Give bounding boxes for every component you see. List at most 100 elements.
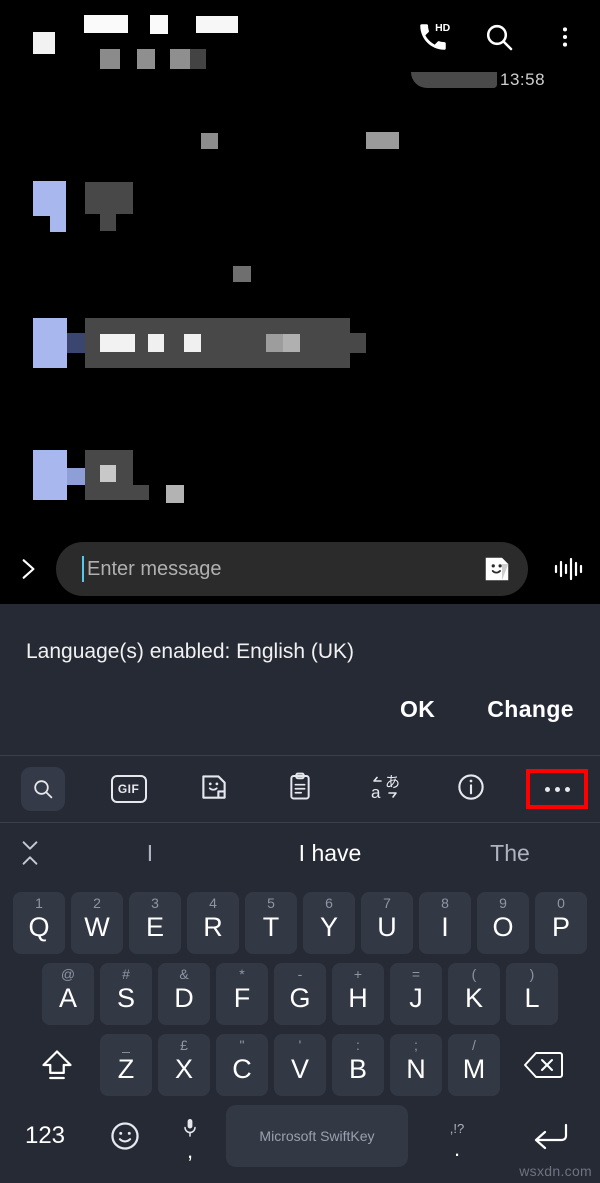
toolbar-more-button[interactable] bbox=[514, 756, 600, 823]
key-sub-label: ; bbox=[414, 1036, 418, 1053]
translate-icon[interactable]: a あ bbox=[369, 771, 403, 808]
comma-key-label: , bbox=[186, 1137, 194, 1163]
search-icon[interactable] bbox=[20, 767, 65, 811]
hd-call-icon[interactable]: HD bbox=[412, 16, 454, 58]
message-bubble[interactable] bbox=[350, 333, 366, 353]
key-q[interactable]: 1Q bbox=[13, 891, 65, 954]
key-x[interactable]: £ X bbox=[158, 1033, 210, 1096]
ok-button[interactable]: OK bbox=[400, 696, 435, 723]
key-h[interactable]: + H bbox=[332, 962, 384, 1025]
key-l[interactable]: ) L bbox=[506, 962, 558, 1025]
enter-icon[interactable] bbox=[500, 1119, 600, 1153]
censored-block bbox=[150, 15, 168, 34]
key-main-label: S bbox=[116, 983, 135, 1013]
toolbar-info-button[interactable] bbox=[429, 756, 515, 823]
toolbar-sticker-button[interactable] bbox=[171, 756, 257, 823]
more-options-highlight[interactable] bbox=[526, 769, 589, 809]
key-main-label: X bbox=[174, 1054, 193, 1084]
key-g[interactable]: -G bbox=[274, 962, 326, 1025]
period-key-label: . bbox=[453, 1135, 461, 1161]
key-k[interactable]: (K bbox=[448, 962, 500, 1025]
info-icon[interactable] bbox=[456, 772, 486, 807]
key-a[interactable]: @ A bbox=[42, 962, 94, 1025]
prediction-bar: I I have The bbox=[0, 823, 600, 883]
more-options-icon[interactable] bbox=[544, 786, 570, 792]
toolbar-clipboard-button[interactable] bbox=[257, 756, 343, 823]
language-notice: Language(s) enabled: English (UK) OK Cha… bbox=[0, 604, 600, 756]
avatar bbox=[33, 318, 67, 368]
key-f[interactable]: * F bbox=[216, 962, 268, 1025]
message-bubble[interactable] bbox=[85, 182, 133, 214]
sticker-icon[interactable] bbox=[199, 772, 229, 807]
numeric-key[interactable]: 123 bbox=[0, 1122, 90, 1150]
key-row-3: _ Z £ X " C ' V :B ; N / M bbox=[0, 1029, 600, 1100]
message-bubble-partial[interactable] bbox=[411, 72, 497, 88]
key-u[interactable]: 7U bbox=[361, 891, 413, 954]
emoji-icon[interactable] bbox=[90, 1120, 160, 1152]
key-sub-label: 7 bbox=[383, 894, 391, 911]
censored-block bbox=[190, 49, 206, 69]
chevron-right-icon[interactable] bbox=[0, 534, 56, 604]
key-rows: 1Q 2W 3E 4R 5T 6Y 7U 8I 9O 0P @ A # S & D *… bbox=[0, 883, 600, 1172]
key-sub-label: # bbox=[122, 965, 130, 982]
overflow-menu-icon[interactable] bbox=[544, 16, 586, 58]
prediction-item[interactable]: I have bbox=[240, 840, 420, 867]
sticker-icon[interactable] bbox=[480, 552, 514, 586]
key-v[interactable]: ' V bbox=[274, 1033, 326, 1096]
censored-block bbox=[84, 15, 128, 33]
key-main-label: V bbox=[290, 1054, 309, 1084]
key-sub-label: 3 bbox=[151, 894, 159, 911]
key-y[interactable]: 6Y bbox=[303, 891, 355, 954]
key-j[interactable]: = J bbox=[390, 962, 442, 1025]
comma-key[interactable]: , bbox=[160, 1118, 220, 1163]
key-p[interactable]: 0P bbox=[535, 891, 587, 954]
message-bubble[interactable] bbox=[100, 214, 116, 231]
key-z[interactable]: _ Z bbox=[100, 1033, 152, 1096]
backspace-icon[interactable] bbox=[506, 1034, 580, 1096]
censored-block bbox=[137, 49, 155, 69]
prediction-item[interactable]: I bbox=[60, 840, 240, 867]
key-r[interactable]: 4R bbox=[187, 891, 239, 954]
key-w[interactable]: 2W bbox=[71, 891, 123, 954]
key-main-label: F bbox=[233, 983, 251, 1013]
toolbar-gif-button[interactable]: GIF bbox=[86, 756, 172, 823]
key-sub-label: 5 bbox=[267, 894, 275, 911]
clipboard-icon[interactable] bbox=[286, 772, 314, 807]
key-b[interactable]: :B bbox=[332, 1033, 384, 1096]
key-main-label: R bbox=[203, 912, 223, 942]
key-sub-label: @ bbox=[60, 965, 76, 982]
key-s[interactable]: # S bbox=[100, 962, 152, 1025]
key-main-label: K bbox=[464, 983, 483, 1013]
key-main-label: M bbox=[462, 1054, 486, 1084]
key-sub-label: 2 bbox=[93, 894, 101, 911]
message-bubble[interactable] bbox=[133, 485, 149, 500]
collapse-expand-icon[interactable] bbox=[0, 838, 60, 868]
gif-icon[interactable]: GIF bbox=[110, 775, 147, 803]
prediction-item[interactable]: The bbox=[420, 840, 600, 867]
key-t[interactable]: 5T bbox=[245, 891, 297, 954]
key-e[interactable]: 3E bbox=[129, 891, 181, 954]
space-key[interactable]: Microsoft SwiftKey bbox=[226, 1105, 408, 1167]
key-n[interactable]: ; N bbox=[390, 1033, 442, 1096]
message-input-bar: Enter message bbox=[0, 534, 600, 604]
key-main-label: H bbox=[348, 983, 368, 1013]
key-o[interactable]: 9O bbox=[477, 891, 529, 954]
key-main-label: E bbox=[145, 912, 164, 942]
shift-icon[interactable] bbox=[20, 1034, 94, 1096]
voice-waveform-icon[interactable] bbox=[540, 534, 596, 604]
period-key[interactable]: ,!? . bbox=[414, 1120, 500, 1161]
message-input-field[interactable]: Enter message bbox=[56, 542, 528, 596]
toolbar-translate-button[interactable]: a あ bbox=[343, 756, 429, 823]
key-d[interactable]: & D bbox=[158, 962, 210, 1025]
key-c[interactable]: " C bbox=[216, 1033, 268, 1096]
censored-block bbox=[366, 132, 399, 149]
toolbar-search-button[interactable] bbox=[0, 756, 86, 823]
avatar bbox=[33, 181, 66, 216]
key-m[interactable]: / M bbox=[448, 1033, 500, 1096]
key-main-label: W bbox=[84, 912, 110, 942]
key-i[interactable]: 8I bbox=[419, 891, 471, 954]
search-icon[interactable] bbox=[478, 16, 520, 58]
change-button[interactable]: Change bbox=[487, 696, 574, 723]
period-key-sub-label: ,!? bbox=[449, 1120, 465, 1136]
message-placeholder: Enter message bbox=[87, 557, 222, 580]
